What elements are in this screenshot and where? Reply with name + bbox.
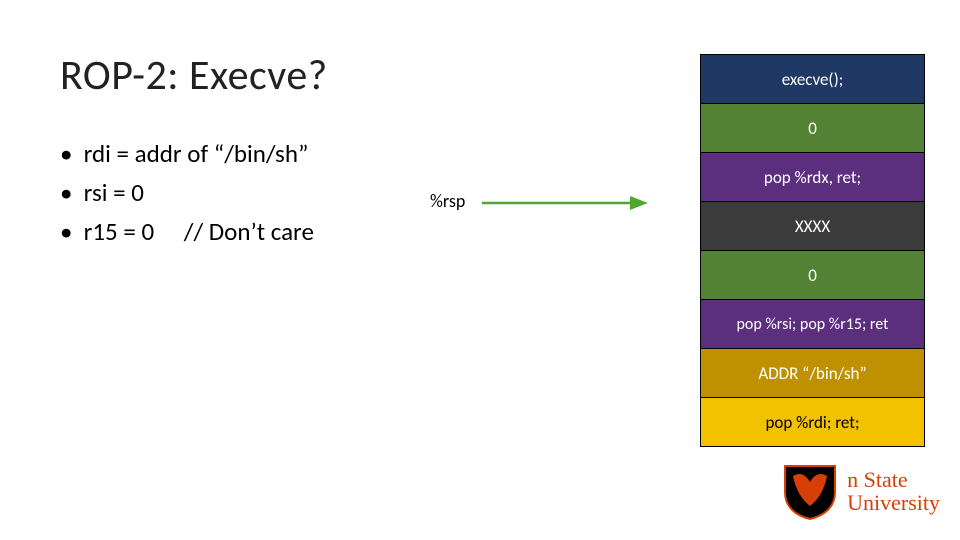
bullet-item: • rsi = 0 [60, 174, 314, 213]
stack-cell: ADDR “/bin/sh” [700, 348, 925, 398]
logo-text: n State University [847, 468, 940, 514]
bullet-text-comment: // Don’t care [184, 216, 314, 247]
stack-diagram: execve(); 0 pop %rdx, ret; XXXX 0 pop %r… [700, 55, 925, 447]
bullet-marker: • [60, 135, 78, 174]
bullet-item: • rdi = addr of “/bin/sh” [60, 135, 314, 174]
logo-line-2: University [847, 491, 940, 514]
university-logo: n State University [783, 462, 940, 520]
stack-cell: execve(); [700, 54, 925, 104]
bullet-text: rsi = 0 [84, 177, 144, 208]
stack-cell: 0 [700, 103, 925, 153]
rsp-pointer-label: %rsp [430, 190, 465, 212]
slide: ROP-2: Execve? • rdi = addr of “/bin/sh”… [0, 0, 960, 540]
shield-icon [783, 462, 837, 520]
stack-cell: pop %rdx, ret; [700, 152, 925, 202]
bullet-list: • rdi = addr of “/bin/sh” • rsi = 0 • r1… [60, 135, 314, 251]
bullet-text: rdi = addr of “/bin/sh” [84, 138, 309, 169]
stack-cell: pop %rsi; pop %r15; ret [700, 299, 925, 349]
logo-line-1: n State [847, 468, 940, 491]
arrow-icon [480, 190, 650, 216]
slide-title: ROP-2: Execve? [60, 50, 328, 101]
bullet-item: • r15 = 0 // Don’t care [60, 213, 314, 252]
stack-cell: XXXX [700, 201, 925, 251]
stack-cell: 0 [700, 250, 925, 300]
bullet-text: r15 = 0 [84, 216, 154, 247]
bullet-marker: • [60, 174, 78, 213]
stack-cell: pop %rdi; ret; [700, 397, 925, 447]
bullet-marker: • [60, 213, 78, 252]
